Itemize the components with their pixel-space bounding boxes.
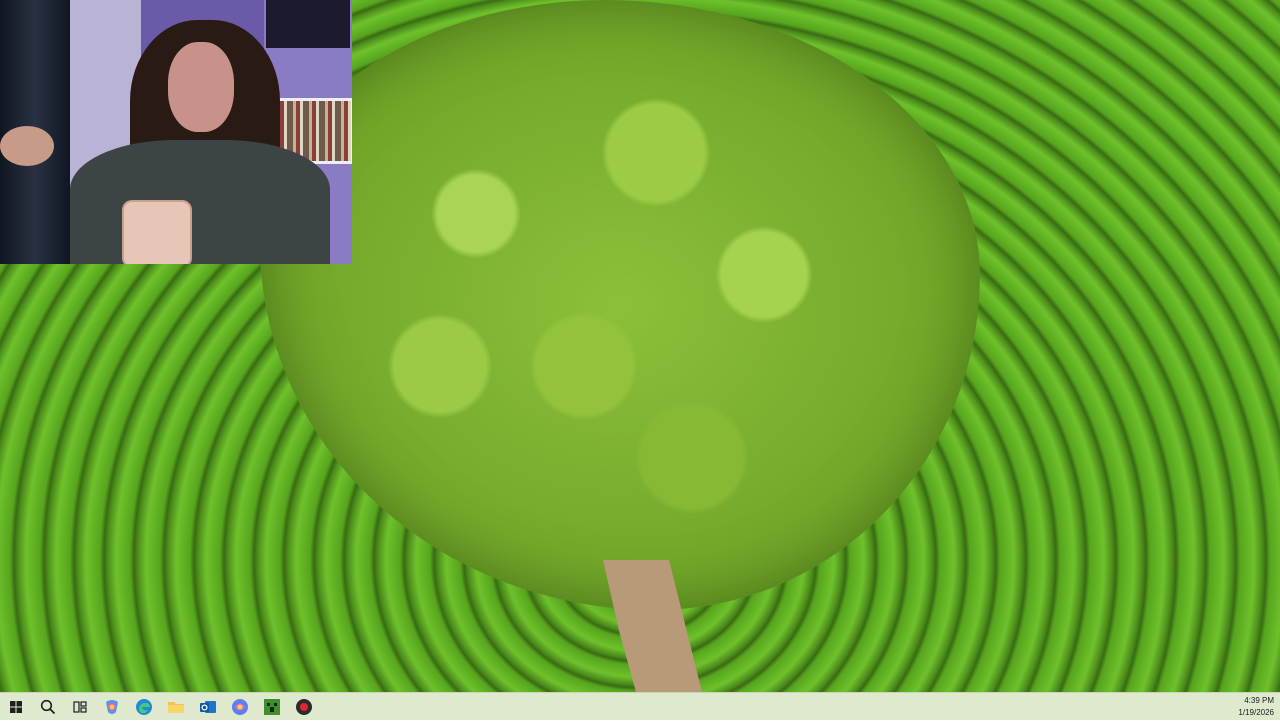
file-explorer-icon[interactable] xyxy=(160,693,192,721)
webcam-person-shirt xyxy=(70,140,330,264)
clock-time: 4:39 PM xyxy=(1244,696,1274,705)
copilot-365-icon[interactable] xyxy=(224,693,256,721)
taskbar: 4:39 PM 1/19/2026 xyxy=(0,692,1280,720)
clock-date: 1/19/2026 xyxy=(1238,708,1274,717)
minecraft-icon[interactable] xyxy=(256,693,288,721)
webcam-person-face xyxy=(168,42,234,132)
system-clock[interactable]: 4:39 PM 1/19/2026 xyxy=(1238,695,1274,719)
tree-canopy xyxy=(260,0,980,610)
webcam-overlay xyxy=(0,0,352,264)
search-icon[interactable] xyxy=(32,693,64,721)
start-icon[interactable] xyxy=(0,693,32,721)
webcam-person-hand xyxy=(0,126,54,166)
outlook-icon[interactable] xyxy=(192,693,224,721)
task-view-icon[interactable] xyxy=(64,693,96,721)
copilot-icon[interactable] xyxy=(96,693,128,721)
webcam-poster xyxy=(266,0,350,48)
recorder-icon[interactable] xyxy=(288,693,320,721)
webcam-phone xyxy=(122,200,192,264)
edge-icon[interactable] xyxy=(128,693,160,721)
